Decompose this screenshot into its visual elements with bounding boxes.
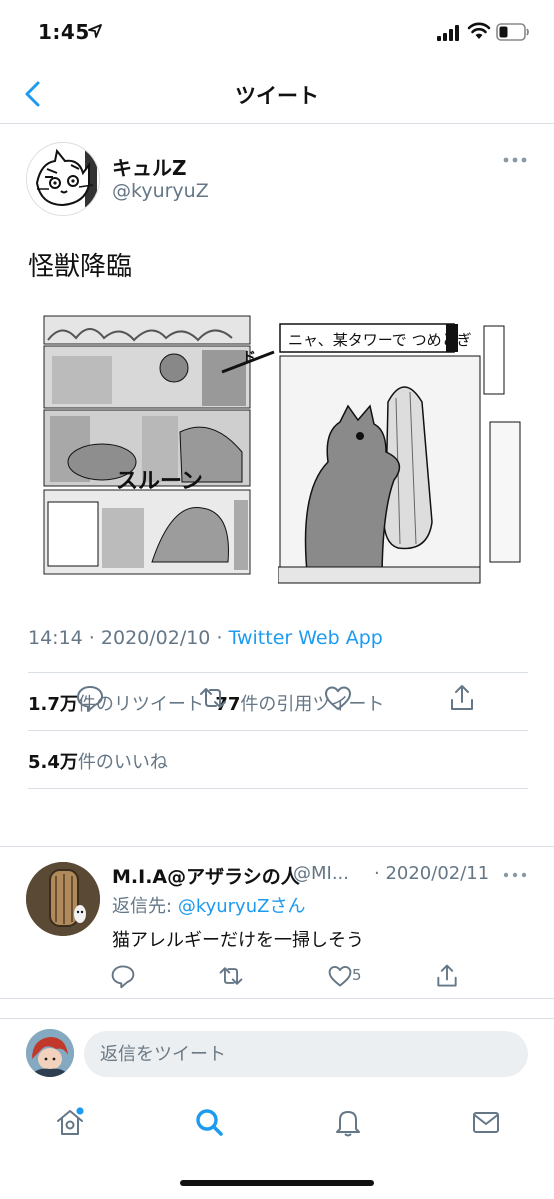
- divider: [28, 788, 528, 789]
- like-count: 5.4万: [28, 752, 78, 773]
- tweet-media[interactable]: ド スルーン ニャ、某タワーで つめとぎ: [28, 304, 528, 594]
- cellular-signal-icon: [437, 25, 459, 41]
- reply-compose-input[interactable]: [84, 1031, 528, 1077]
- share-icon[interactable]: [434, 963, 460, 989]
- like-stats[interactable]: 5.4万件のいいね: [28, 748, 168, 774]
- reply-icon[interactable]: [75, 683, 105, 713]
- battery-icon: [496, 23, 529, 41]
- meta-separator: ·: [210, 627, 229, 649]
- cat-avatar-illustration: [27, 143, 99, 215]
- tweet-time: 14:14: [28, 627, 83, 649]
- page-title: ツイート: [235, 84, 319, 108]
- manga-image-left[interactable]: ド スルーン: [42, 312, 284, 584]
- compose-bar: [0, 1018, 554, 1090]
- notifications-tab-icon[interactable]: [332, 1106, 364, 1138]
- reply-to-mention-link[interactable]: @kyuryuZさん: [178, 896, 306, 917]
- reply-text: 猫アレルギーだけを一掃しそう: [112, 930, 364, 951]
- search-tab-icon[interactable]: [193, 1106, 225, 1138]
- like-heart-icon[interactable]: [323, 683, 353, 713]
- messages-tab-icon[interactable]: [470, 1106, 502, 1138]
- current-user-avatar[interactable]: [26, 1029, 74, 1077]
- tweet-action-bar: [0, 675, 554, 721]
- more-options-icon[interactable]: [500, 152, 530, 168]
- like-label: 件のいいね: [77, 752, 168, 773]
- reply-avatar-image: [26, 862, 100, 936]
- retweet-icon[interactable]: [198, 683, 228, 713]
- reply-avatar[interactable]: [26, 862, 100, 936]
- home-indicator: [180, 1180, 374, 1186]
- reply-author-handle[interactable]: @MI...: [293, 863, 349, 884]
- nav-bar: ツイート: [0, 66, 554, 124]
- author-avatar[interactable]: [26, 142, 100, 216]
- divider: [28, 730, 528, 731]
- reply-author-name[interactable]: M.I.A@アザラシの人: [112, 862, 300, 889]
- tweet-source-link[interactable]: Twitter Web App: [229, 627, 383, 649]
- reply-to-line: 返信先: @kyuryuZさん: [112, 892, 305, 918]
- reply-icon[interactable]: [110, 963, 136, 989]
- author-name[interactable]: キュルZ: [112, 152, 187, 181]
- location-arrow-icon: [88, 24, 102, 38]
- author-handle[interactable]: @kyuryuZ: [112, 180, 209, 202]
- like-heart-icon[interactable]: [327, 963, 353, 989]
- reply-tweet[interactable]: M.I.A@アザラシの人 @MI... · 2020/02/11 返信先: @k…: [0, 848, 554, 998]
- reply-like-count: 5: [352, 966, 362, 984]
- svg-text:ニャ、某タワーで つめとぎ: ニャ、某タワーで つめとぎ: [288, 331, 472, 349]
- manga-image-right[interactable]: ニャ、某タワーで つめとぎ: [278, 312, 524, 584]
- tweet-text: 怪獣降臨: [28, 252, 133, 282]
- divider: [0, 998, 554, 999]
- home-tab-icon[interactable]: [54, 1106, 86, 1138]
- more-options-icon[interactable]: [500, 868, 530, 882]
- tab-bar: [0, 1090, 554, 1199]
- tweet-date: 2020/02/10: [100, 627, 211, 649]
- status-time: 1:45: [38, 20, 90, 44]
- status-bar: 1:45: [0, 0, 554, 66]
- current-user-avatar-image: [26, 1029, 74, 1077]
- reply-to-label: 返信先:: [112, 896, 173, 917]
- divider: [28, 672, 528, 673]
- svg-text:ド: ド: [242, 350, 256, 366]
- meta-separator: ·: [82, 627, 101, 649]
- share-icon[interactable]: [447, 683, 477, 713]
- tweet-meta: 14:14 · 2020/02/10 · Twitter Web App: [28, 627, 383, 649]
- divider: [0, 846, 554, 847]
- retweet-icon[interactable]: [218, 963, 244, 989]
- reply-date: · 2020/02/11: [374, 863, 490, 884]
- wifi-icon: [467, 22, 491, 39]
